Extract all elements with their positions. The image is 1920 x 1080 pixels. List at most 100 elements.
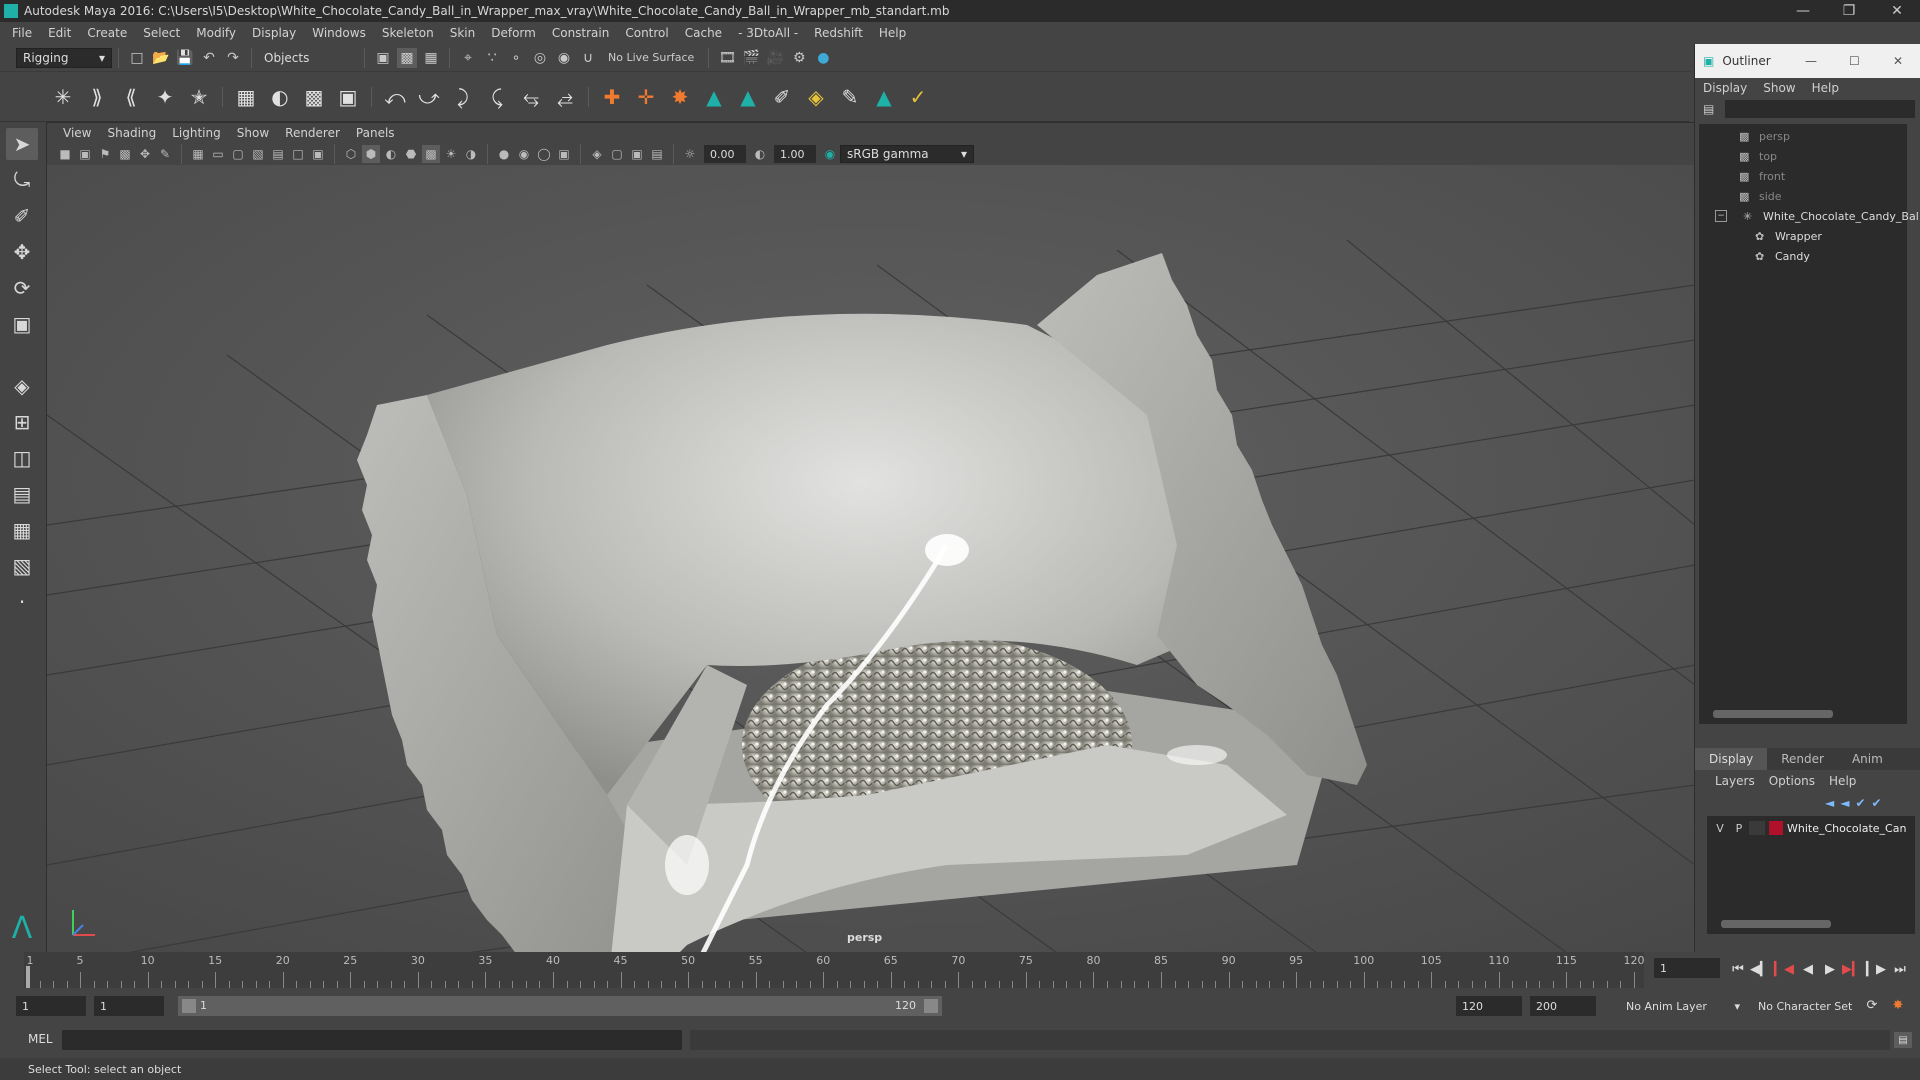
select-hierarchy-icon[interactable]: ▣ [373,48,393,68]
x-ray-active-icon[interactable]: ▣ [628,145,646,163]
joint-orient-icon[interactable]: ✛ [632,83,660,111]
camera-select-icon[interactable]: ■ [56,145,74,163]
mirror-joint-icon[interactable]: ✭ [185,83,213,111]
close-icon[interactable]: ✕ [1893,54,1903,68]
wireframe-on-shaded-icon[interactable]: ⬣ [402,145,420,163]
render-frame-icon[interactable]: 🎞 [717,48,737,68]
play-forward-icon[interactable]: ▶ [1820,960,1840,978]
go-to-end-icon[interactable]: ⏭ [1890,960,1910,978]
layout-hypershade-icon[interactable]: ▧ [6,550,38,582]
outliner-menu-show[interactable]: Show [1763,81,1811,95]
new-layer-selected-icon[interactable]: ✔ [1872,796,1882,810]
range-end-handle[interactable] [924,999,938,1013]
layer-menu-help[interactable]: Help [1829,774,1870,788]
command-input[interactable] [62,1030,682,1050]
depth-of-field-icon[interactable]: ▣ [555,145,573,163]
play-backward-icon[interactable]: ◀ [1798,960,1818,978]
minimize-icon[interactable]: — [1805,54,1817,68]
joint-tool-icon[interactable]: ✳ [49,83,77,111]
horizontal-scrollbar[interactable] [1713,710,1833,718]
render-settings-icon[interactable]: ⚙ [789,48,809,68]
layer-playback-toggle[interactable]: P [1729,822,1749,835]
new-layer-icon[interactable]: ✔ [1855,796,1865,810]
check-icon[interactable]: ✓ [904,83,932,111]
textured-icon[interactable]: ▩ [422,145,440,163]
camera-attributes-icon[interactable]: ▣ [76,145,94,163]
close-button[interactable]: ✕ [1874,0,1920,22]
step-forward-frame-icon[interactable]: ▎▶ [1866,960,1886,978]
layer-row[interactable]: V P White_Chocolate_Can [1711,818,1911,838]
ik-spline-icon[interactable]: ⟪ [117,83,145,111]
insert-joint-icon[interactable]: ✦ [151,83,179,111]
menu-3dtoall[interactable]: - 3DtoAll - [730,26,806,40]
maximize-icon[interactable]: ☐ [1849,54,1860,68]
hik-icon[interactable]: ✸ [666,83,694,111]
layer-menu-options[interactable]: Options [1769,774,1829,788]
grease-pencil-icon[interactable]: ✎ [156,145,174,163]
current-time-indicator[interactable] [26,966,30,988]
outliner-item-front[interactable]: ▩ front [1739,166,1785,186]
layer-type-toggle[interactable] [1749,821,1765,835]
menu-help[interactable]: Help [871,26,914,40]
command-language-label[interactable]: MEL [28,1032,53,1046]
cluster-icon[interactable]: ▣ [334,83,362,111]
exposure-field[interactable]: 0.00 [704,145,746,163]
color-management-icon[interactable]: ◉ [821,145,839,163]
field-chart-icon[interactable]: ▤ [269,145,287,163]
character-set-dropdown[interactable]: No Character Set [1752,996,1864,1016]
bind-skin-icon[interactable]: ▦ [232,83,260,111]
two-d-pan-icon[interactable]: ✥ [136,145,154,163]
viewport-menu-renderer[interactable]: Renderer [277,126,348,140]
wireframe-icon[interactable]: ⬡ [342,145,360,163]
layout-two-icon[interactable]: ◫ [6,442,38,474]
open-scene-icon[interactable]: 📂 [151,48,171,68]
hypershade-icon[interactable]: ● [813,48,833,68]
minimize-button[interactable]: — [1780,0,1826,22]
outliner-menu-help[interactable]: Help [1812,81,1855,95]
collapse-icon[interactable]: − [1715,210,1727,222]
paint-select-icon[interactable]: ✐ [6,200,38,232]
rotate-tool-icon[interactable]: ⟳ [6,272,38,304]
new-scene-icon[interactable]: □ [127,48,147,68]
menu-set-dropdown[interactable]: Rigging ▾ [16,47,112,68]
render-view-icon[interactable]: 🎬 [741,48,761,68]
paint-tool-icon[interactable]: ✐ [768,83,796,111]
snap-curve-icon[interactable]: ∵ [482,48,502,68]
wrap-deformer-icon[interactable]: ✎ [836,83,864,111]
playback-end-field[interactable]: 120 [1456,996,1522,1016]
blend-shape-icon[interactable]: ◈ [802,83,830,111]
maya-logo-icon[interactable]: ▲ [870,83,898,111]
layer-visibility-toggle[interactable]: V [1711,822,1729,835]
animation-end-field[interactable]: 200 [1530,996,1596,1016]
bookmark-icon[interactable]: ⚑ [96,145,114,163]
tab-anim[interactable]: Anim [1838,748,1897,770]
script-editor-icon[interactable]: ▤ [1894,1032,1912,1048]
tab-display[interactable]: Display [1695,748,1768,770]
snap-surface-icon[interactable]: ◉ [554,48,574,68]
film-gate-icon[interactable]: ▭ [209,145,227,163]
outliner-item-persp[interactable]: ▩ persp [1739,126,1790,146]
range-bar[interactable]: 1 120 [178,996,942,1016]
outliner-item-wrapper[interactable]: ✿ Wrapper [1755,226,1822,246]
step-forward-key-icon[interactable]: ▶▎ [1842,960,1862,978]
tab-render[interactable]: Render [1767,748,1838,770]
menu-cache[interactable]: Cache [677,26,730,40]
snap-grid-icon[interactable]: ⌖ [458,48,478,68]
ik-handle-icon[interactable]: ⟫ [83,83,111,111]
outliner-search-input[interactable] [1725,100,1915,118]
outliner-item-candy-group[interactable]: − ✳ White_Chocolate_Candy_Bal [1715,206,1919,226]
move-tool-icon[interactable]: ✥ [6,236,38,268]
lattice-icon[interactable]: ▩ [300,83,328,111]
gamma-icon[interactable]: ◐ [751,145,769,163]
outliner-item-side[interactable]: ▩ side [1739,186,1782,206]
select-tool-icon[interactable]: ➤ [6,128,38,160]
scale-constraint-icon[interactable]: ⤹ [483,83,511,111]
scale-tool-icon[interactable]: ▣ [6,308,38,340]
gate-mask-icon[interactable]: ▧ [249,145,267,163]
layer-menu-layers[interactable]: Layers [1715,774,1769,788]
menu-control[interactable]: Control [617,26,676,40]
animation-preferences-icon[interactable]: ✸ [1888,996,1908,1014]
move-layer-down-icon[interactable]: ◄ [1840,796,1849,810]
menu-windows[interactable]: Windows [304,26,374,40]
anti-aliasing-icon[interactable]: ◯ [535,145,553,163]
